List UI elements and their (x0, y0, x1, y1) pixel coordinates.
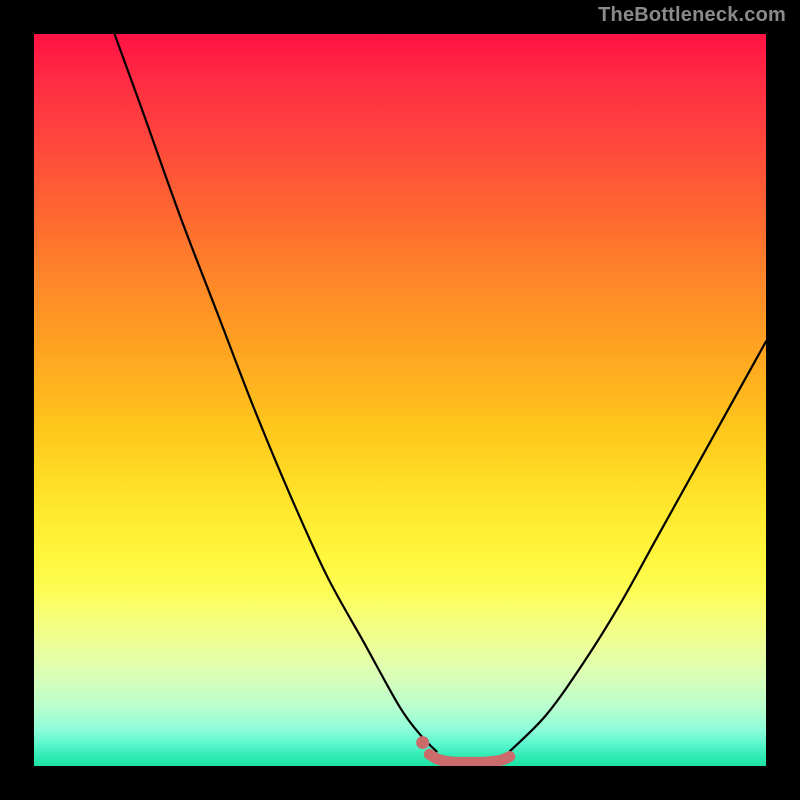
plot-area (34, 34, 766, 766)
watermark-text: TheBottleneck.com (598, 4, 786, 27)
left-curve-path (115, 34, 437, 751)
chart-frame: TheBottleneck.com (0, 0, 800, 800)
bottom-marker-dot (416, 736, 429, 749)
curve-layer (34, 34, 766, 766)
right-curve-path (510, 341, 766, 751)
bottom-marker-path (429, 754, 510, 762)
